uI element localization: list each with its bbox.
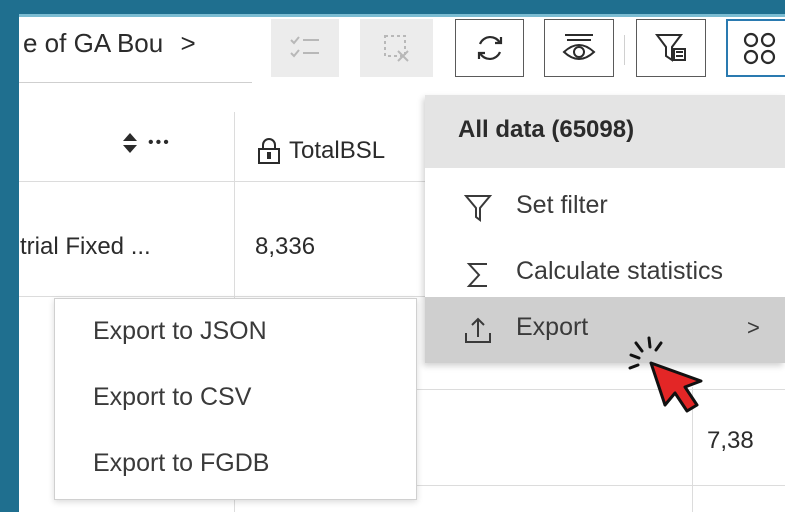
column-sort-control[interactable]: •••	[122, 132, 171, 154]
column-header-label: TotalBSL	[289, 137, 386, 164]
toolbar-separator	[624, 35, 625, 65]
breadcrumb-text: e of GA Bou	[23, 28, 164, 58]
show-hide-button[interactable]	[544, 19, 614, 77]
layout-button[interactable]	[726, 19, 785, 77]
chevron-right-icon: >	[747, 315, 760, 340]
refresh-button[interactable]	[455, 19, 524, 77]
table-cell[interactable]: 7,38	[707, 427, 754, 455]
select-all-icon	[290, 36, 319, 58]
table-cell[interactable]: 8,336	[255, 233, 315, 261]
lock-icon	[258, 138, 280, 164]
calculate-statistics-label: Calculate statistics	[516, 257, 724, 285]
chevron-right-icon: >	[180, 28, 196, 58]
export-item[interactable]: Export >	[425, 297, 785, 363]
sort-icon	[123, 133, 137, 153]
filter-by-extent-icon	[655, 34, 686, 62]
export-label: Export	[516, 313, 589, 341]
clear-selection-button[interactable]	[360, 19, 433, 77]
window-frame-top	[0, 0, 785, 14]
show-hide-icon	[562, 34, 596, 60]
app-stage: e of GA Bou > ••• TotalBSL trial Fixed .…	[19, 17, 785, 512]
set-filter-label: Set filter	[516, 191, 608, 219]
menu-header-label: All data (65098)	[458, 116, 635, 143]
clear-selection-icon	[383, 35, 409, 62]
row-divider-3	[399, 485, 785, 486]
menu-header: All data (65098)	[425, 95, 785, 168]
export-submenu: Export to JSON Export to CSV Export to F…	[54, 298, 417, 500]
row-divider-2	[399, 389, 785, 390]
export-icon	[465, 317, 491, 343]
filter-by-extent-button[interactable]	[636, 19, 706, 77]
sigma-icon	[466, 263, 487, 287]
more-options-icon[interactable]: •••	[148, 134, 171, 152]
layout-icon	[743, 32, 776, 65]
pointer-cursor-icon	[628, 336, 703, 413]
column-header-totalbsl[interactable]: TotalBSL	[257, 137, 385, 165]
refresh-icon	[477, 35, 502, 61]
select-all-button[interactable]	[271, 19, 339, 77]
window-frame-left	[0, 0, 19, 512]
export-csv-item[interactable]: Export to CSV	[93, 383, 251, 412]
row-divider	[19, 296, 439, 297]
export-fgdb-item[interactable]: Export to FGDB	[93, 449, 269, 478]
filter-icon	[463, 195, 493, 222]
table-cell[interactable]: trial Fixed ...	[20, 233, 151, 261]
export-json-item[interactable]: Export to JSON	[93, 317, 267, 346]
layer-breadcrumb[interactable]: e of GA Bou >	[19, 17, 252, 83]
set-filter-item[interactable]: Set filter	[425, 175, 785, 241]
all-data-menu: All data (65098) Set filter Calculate st…	[425, 95, 785, 363]
